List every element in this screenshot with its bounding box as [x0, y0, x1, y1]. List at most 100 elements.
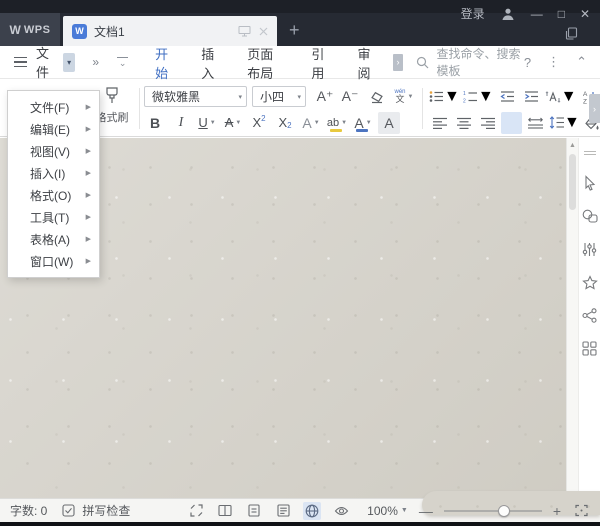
increase-indent-button[interactable]	[521, 86, 542, 108]
zoom-out-button[interactable]: —	[419, 503, 433, 519]
eye-protection-icon[interactable]	[332, 502, 350, 520]
font-color-button[interactable]: A▼	[352, 112, 374, 134]
bullet-list-icon	[429, 90, 444, 103]
font-size-select[interactable]: 小四 ▾	[252, 86, 306, 107]
maximize-button[interactable]: □	[558, 7, 565, 21]
file-menu-button[interactable]: 文件	[36, 43, 58, 81]
menu-item-tools[interactable]: 工具(T) ▶	[8, 206, 99, 228]
scrollbar-thumb[interactable]	[569, 154, 576, 210]
svg-text:1: 1	[463, 91, 466, 97]
text-direction-button[interactable]: ▼	[545, 86, 577, 108]
submenu-arrow-icon: ▶	[86, 103, 91, 111]
increase-indent-icon	[524, 90, 539, 103]
close-button[interactable]: ✕	[580, 7, 590, 21]
justify-button[interactable]	[501, 112, 522, 134]
menu-item-edit[interactable]: 编辑(E) ▶	[8, 118, 99, 140]
shrink-font-button[interactable]: A⁻	[339, 86, 361, 108]
file-menu-caret-icon[interactable]: ▾	[63, 53, 76, 72]
zoom-in-button[interactable]: +	[553, 503, 561, 519]
close-tab-icon[interactable]	[259, 27, 268, 36]
menu-item-window[interactable]: 窗口(W) ▶	[8, 250, 99, 272]
decrease-indent-button[interactable]	[497, 86, 518, 108]
word-count[interactable]: 字数: 0	[10, 502, 47, 519]
zoom-slider-thumb[interactable]	[498, 505, 510, 517]
strikethrough-button[interactable]: A▼	[222, 112, 244, 134]
minimize-button[interactable]: —	[531, 7, 543, 21]
collapse-ribbon-icon[interactable]: ⌃	[576, 54, 587, 70]
highlight-color-button[interactable]: ab▼	[326, 112, 348, 134]
favorites-star-icon[interactable]	[580, 272, 600, 292]
read-layout-icon[interactable]	[216, 502, 234, 520]
scroll-up-arrow-icon[interactable]: ▲	[569, 142, 576, 149]
eraser-icon	[369, 89, 386, 105]
italic-button[interactable]: I	[170, 112, 192, 134]
svg-text:A: A	[583, 91, 588, 98]
menu-item-format[interactable]: 格式(O) ▶	[8, 184, 99, 206]
window-bottom-edge	[0, 522, 600, 526]
app-logo[interactable]: W WPS	[0, 13, 60, 46]
menu-item-label: 格式(O)	[30, 187, 71, 204]
character-border-button[interactable]: A	[378, 112, 400, 134]
share-icon[interactable]	[580, 305, 600, 325]
superscript-glyph: X	[252, 115, 261, 130]
properties-sliders-icon[interactable]	[580, 239, 600, 259]
select-tool-icon[interactable]	[580, 173, 600, 193]
spellcheck-checkbox-icon[interactable]	[62, 504, 75, 517]
web-layout-icon[interactable]	[303, 502, 321, 520]
overflow-menu-icon[interactable]: ⋮	[547, 54, 560, 70]
distribute-button[interactable]	[525, 112, 546, 134]
login-button[interactable]: 登录	[461, 5, 485, 22]
grow-font-button[interactable]: A⁺	[314, 86, 336, 108]
submenu-arrow-icon: ▶	[86, 235, 91, 243]
avatar-icon[interactable]	[500, 6, 516, 22]
font-name-select[interactable]: 微软雅黑 ▾	[144, 86, 247, 107]
pinyin-guide-button[interactable]: wén 文 ▼	[393, 86, 415, 108]
align-right-button[interactable]	[477, 112, 498, 134]
bold-button[interactable]: B	[144, 112, 166, 134]
quick-access-collapse-icon[interactable]: ⌄	[117, 57, 128, 68]
command-search[interactable]: 查找命令、搜索模板	[416, 45, 523, 79]
superscript-button[interactable]: X2	[248, 112, 270, 134]
align-left-button[interactable]	[429, 112, 450, 134]
apps-grid-icon[interactable]	[580, 338, 600, 358]
numbered-list-button[interactable]: 12 ▼	[463, 86, 494, 108]
shrink-font-glyph: A⁻	[342, 88, 359, 105]
menu-item-file[interactable]: 文件(F) ▶	[8, 96, 99, 118]
vertical-scrollbar[interactable]: ▲	[566, 138, 578, 498]
menu-item-table[interactable]: 表格(A) ▶	[8, 228, 99, 250]
bullet-list-button[interactable]: ▼	[429, 86, 460, 108]
monitor-icon[interactable]	[238, 25, 251, 37]
align-left-icon	[433, 117, 447, 129]
spellcheck-label[interactable]: 拼写检查	[82, 502, 130, 519]
subscript-button[interactable]: X2	[274, 112, 296, 134]
align-center-button[interactable]	[453, 112, 474, 134]
chevron-down-icon: ▼	[561, 88, 577, 106]
chevron-down-icon: ▾	[297, 93, 301, 101]
bold-glyph: B	[150, 115, 160, 131]
quick-access-expand-icon[interactable]: »	[92, 55, 98, 69]
menu-item-label: 表格(A)	[30, 231, 70, 248]
zoom-slider[interactable]	[444, 504, 542, 518]
page-view-icon[interactable]	[245, 502, 263, 520]
underline-button[interactable]: U▼	[196, 112, 218, 134]
workspace-switch-icon[interactable]	[565, 27, 578, 40]
hamburger-menu-icon[interactable]	[14, 57, 27, 68]
search-icon	[416, 56, 429, 69]
sidebar-handle-icon[interactable]	[580, 143, 600, 163]
character-border-glyph: A	[384, 115, 393, 131]
zoom-level-button[interactable]: 100% ▼	[367, 504, 408, 518]
outline-view-icon[interactable]	[274, 502, 292, 520]
fullscreen-icon[interactable]	[187, 502, 205, 520]
line-spacing-button[interactable]: ▼	[549, 112, 580, 134]
menu-item-insert[interactable]: 插入(I) ▶	[8, 162, 99, 184]
text-effects-button[interactable]: A▼	[300, 112, 322, 134]
help-button[interactable]: ?	[524, 55, 531, 70]
menu-item-view[interactable]: 视图(V) ▶	[8, 140, 99, 162]
grow-font-glyph: A⁺	[317, 88, 334, 105]
submenu-arrow-icon: ▶	[86, 213, 91, 221]
fit-page-icon[interactable]	[572, 502, 590, 520]
shapes-tool-icon[interactable]	[580, 206, 600, 226]
toolbar-expand-button[interactable]: ›	[589, 94, 600, 123]
more-tabs-button[interactable]: ›	[393, 54, 404, 71]
clear-formatting-button[interactable]	[366, 86, 388, 108]
